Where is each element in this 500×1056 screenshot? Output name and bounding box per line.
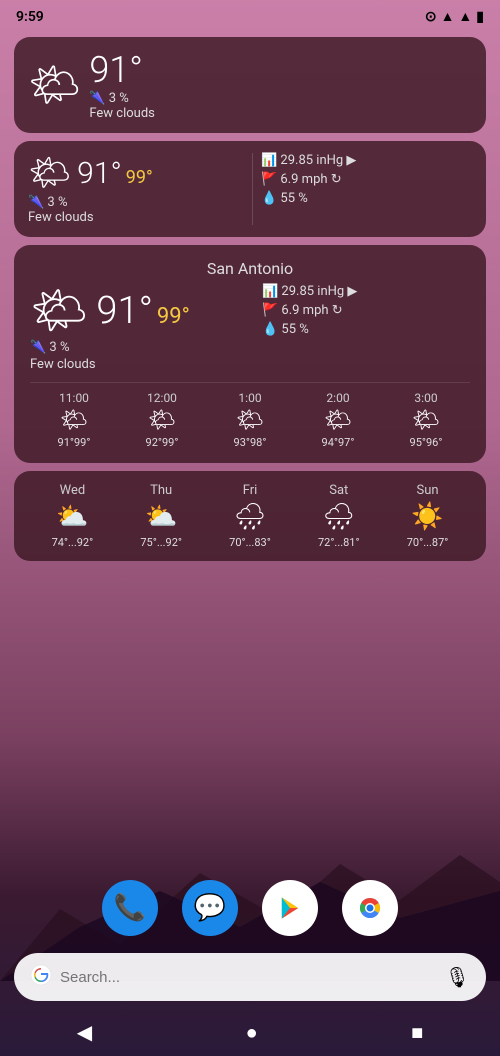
daily-item: Sat 🌧 72°...81° bbox=[318, 483, 360, 549]
back-button[interactable]: ◀ bbox=[77, 1020, 92, 1044]
weather-widget-daily[interactable]: Wed ⛅ 74°...92° Thu ⛅ 75°...92° Fri 🌧 70… bbox=[14, 471, 486, 561]
hour-icon: 🌤 bbox=[324, 408, 352, 433]
hourly-item: 1:00 🌤 93°98° bbox=[234, 391, 267, 449]
hour-icon: 🌤 bbox=[148, 408, 176, 433]
hourly-item: 11:00 🌤 91°99° bbox=[58, 391, 91, 449]
day-name: Sat bbox=[329, 483, 348, 498]
weather-widget-small[interactable]: 🌤 91° 🌂 3 % Few clouds bbox=[14, 37, 486, 133]
hour-temps: 92°99° bbox=[146, 436, 179, 449]
status-icons: ⊙ ▲ ▲ ▮ bbox=[425, 8, 484, 25]
hour-time: 11:00 bbox=[59, 391, 89, 405]
rain-medium: 🌂 3 % bbox=[28, 195, 248, 210]
battery-icon: ▮ bbox=[476, 9, 484, 25]
hour-time: 1:00 bbox=[238, 391, 261, 405]
wind-medium: 🚩 6.9 mph ↻ bbox=[261, 172, 472, 187]
pressure-large: 📊 29.85 inHg ▶ bbox=[262, 284, 470, 299]
status-bar: 9:59 ⊙ ▲ ▲ ▮ bbox=[0, 0, 500, 29]
hour-temps: 95°96° bbox=[410, 436, 443, 449]
messages-app-icon[interactable]: 💬 bbox=[182, 880, 238, 936]
recents-button[interactable]: ■ bbox=[411, 1020, 423, 1045]
hour-time: 12:00 bbox=[147, 391, 177, 405]
day-icon: 🌧 bbox=[233, 502, 266, 532]
daily-item: Thu ⛅ 75°...92° bbox=[140, 483, 182, 549]
hour-icon: 🌤 bbox=[236, 408, 264, 433]
google-assistant-icon[interactable]: 🎙 bbox=[445, 965, 470, 989]
large-left: 🌤 91° 99° 🌂 3 % Few clouds bbox=[30, 284, 246, 372]
hourly-item: 12:00 🌤 92°99° bbox=[146, 391, 179, 449]
day-name: Wed bbox=[60, 483, 86, 498]
google-logo bbox=[30, 964, 52, 991]
day-icon: ⛅ bbox=[56, 502, 88, 532]
day-icon: ⛅ bbox=[145, 502, 177, 532]
temp-small: 91° bbox=[89, 49, 155, 91]
hour-temps: 93°98° bbox=[234, 436, 267, 449]
hour-temps: 91°99° bbox=[58, 436, 91, 449]
daily-item: Wed ⛅ 74°...92° bbox=[52, 483, 94, 549]
day-temps: 70°...87° bbox=[407, 536, 449, 549]
search-input[interactable] bbox=[60, 969, 437, 986]
clock: 9:59 bbox=[16, 9, 44, 25]
day-name: Thu bbox=[150, 483, 172, 498]
weather-icon-small: 🌤 bbox=[28, 61, 81, 110]
rain-large: 🌂 3 % bbox=[30, 340, 246, 355]
search-bar[interactable]: 🎙 bbox=[14, 953, 486, 1001]
temp-medium: 91° bbox=[77, 156, 122, 191]
wind-large: 🚩 6.9 mph ↻ bbox=[262, 303, 470, 318]
day-icon: ☀️ bbox=[411, 502, 443, 532]
weather-icon-large: 🌤 bbox=[30, 284, 88, 338]
medium-left: 🌤 91° 99° 🌂 3 % Few clouds bbox=[28, 153, 248, 225]
hour-icon: 🌤 bbox=[412, 408, 440, 433]
home-button[interactable]: ● bbox=[246, 1020, 258, 1045]
temp-large: 91° bbox=[96, 289, 153, 333]
weather-widget-large[interactable]: San Antonio 🌤 91° 99° 🌂 3 % Few clouds 📊… bbox=[14, 245, 486, 463]
signal-icon: ▲ bbox=[458, 8, 472, 25]
alarm-icon: ⊙ bbox=[425, 9, 437, 25]
weather-widget-medium[interactable]: 🌤 91° 99° 🌂 3 % Few clouds 📊 29.85 inHg … bbox=[14, 141, 486, 237]
day-name: Fri bbox=[243, 483, 258, 498]
temp-high-medium: 99° bbox=[126, 167, 153, 188]
hour-time: 2:00 bbox=[326, 391, 349, 405]
day-name: Sun bbox=[417, 483, 439, 498]
city-label: San Antonio bbox=[30, 259, 470, 278]
condition-small: Few clouds bbox=[89, 106, 155, 121]
play-store-icon[interactable] bbox=[262, 880, 318, 936]
medium-right: 📊 29.85 inHg ▶ 🚩 6.9 mph ↻ 💧 55 % bbox=[252, 153, 472, 225]
pressure-medium: 📊 29.85 inHg ▶ bbox=[261, 153, 472, 168]
day-temps: 72°...81° bbox=[318, 536, 360, 549]
humidity-medium: 💧 55 % bbox=[261, 191, 472, 206]
day-icon: 🌧 bbox=[322, 502, 355, 532]
hour-icon: 🌤 bbox=[60, 408, 88, 433]
hour-temps: 94°97° bbox=[322, 436, 355, 449]
condition-medium: Few clouds bbox=[28, 210, 248, 225]
hourly-forecast: 11:00 🌤 91°99° 12:00 🌤 92°99° 1:00 🌤 93°… bbox=[30, 382, 470, 449]
large-right: 📊 29.85 inHg ▶ 🚩 6.9 mph ↻ 💧 55 % bbox=[254, 284, 470, 372]
rain-small: 🌂 3 % bbox=[89, 91, 155, 106]
temp-high-large: 99° bbox=[157, 304, 190, 329]
hourly-item: 3:00 🌤 95°96° bbox=[410, 391, 443, 449]
day-temps: 70°...83° bbox=[229, 536, 271, 549]
humidity-large: 💧 55 % bbox=[262, 322, 470, 337]
app-dock: 📞 💬 bbox=[0, 880, 500, 936]
phone-app-icon[interactable]: 📞 bbox=[102, 880, 158, 936]
hourly-item: 2:00 🌤 94°97° bbox=[322, 391, 355, 449]
chrome-app-icon[interactable] bbox=[342, 880, 398, 936]
wifi-icon: ▲ bbox=[441, 8, 455, 25]
condition-large: Few clouds bbox=[30, 357, 246, 372]
nav-bar: ◀ ● ■ bbox=[0, 1008, 500, 1056]
hour-time: 3:00 bbox=[414, 391, 437, 405]
day-temps: 75°...92° bbox=[140, 536, 182, 549]
day-temps: 74°...92° bbox=[52, 536, 94, 549]
daily-item: Fri 🌧 70°...83° bbox=[229, 483, 271, 549]
weather-icon-medium: 🌤 bbox=[28, 153, 71, 193]
daily-item: Sun ☀️ 70°...87° bbox=[407, 483, 449, 549]
